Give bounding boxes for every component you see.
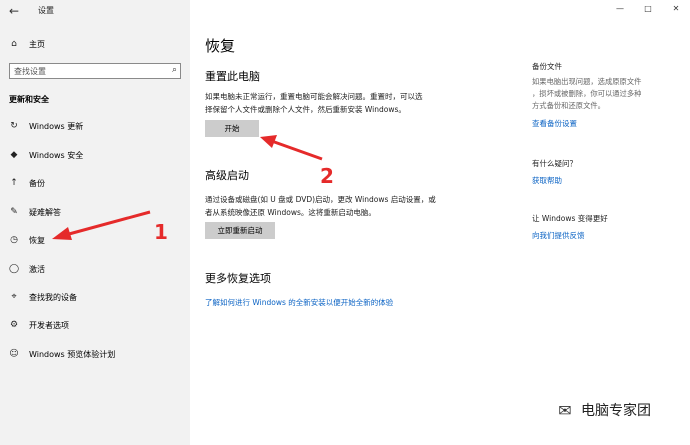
annotation-number-2: 2 [320,164,334,188]
arrow-1 [52,210,151,240]
annotation-number-1: 1 [154,220,168,244]
watermark: ✉ 电脑专家团 [555,400,651,420]
wechat-icon: ✉ [558,400,572,420]
arrow-2 [260,135,323,161]
annotation-layer: 1 2 [52,135,334,244]
watermark-text: 电脑专家团 [581,403,651,419]
